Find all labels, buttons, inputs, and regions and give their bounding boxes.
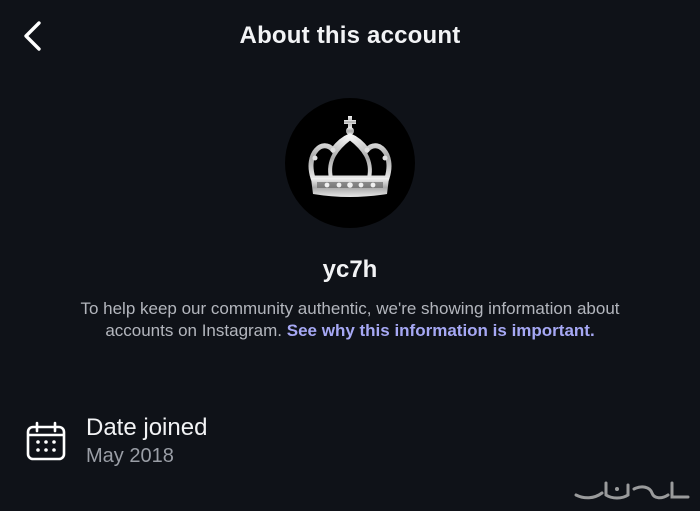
header: About this account (0, 0, 700, 76)
learn-more-link[interactable]: See why this information is important. (287, 321, 595, 340)
username: yc7h (322, 256, 378, 283)
info-text: To help keep our community authentic, we… (60, 298, 640, 342)
crown-icon (308, 116, 392, 197)
date-joined-value: May 2018 (86, 445, 174, 467)
date-joined-row: Date joined May 2018 (26, 410, 426, 470)
avatar[interactable] (285, 98, 415, 228)
calendar-icon (26, 421, 66, 461)
watermark-logo (574, 481, 690, 500)
date-joined-label: Date joined (86, 414, 208, 441)
page-title: About this account (239, 22, 461, 49)
